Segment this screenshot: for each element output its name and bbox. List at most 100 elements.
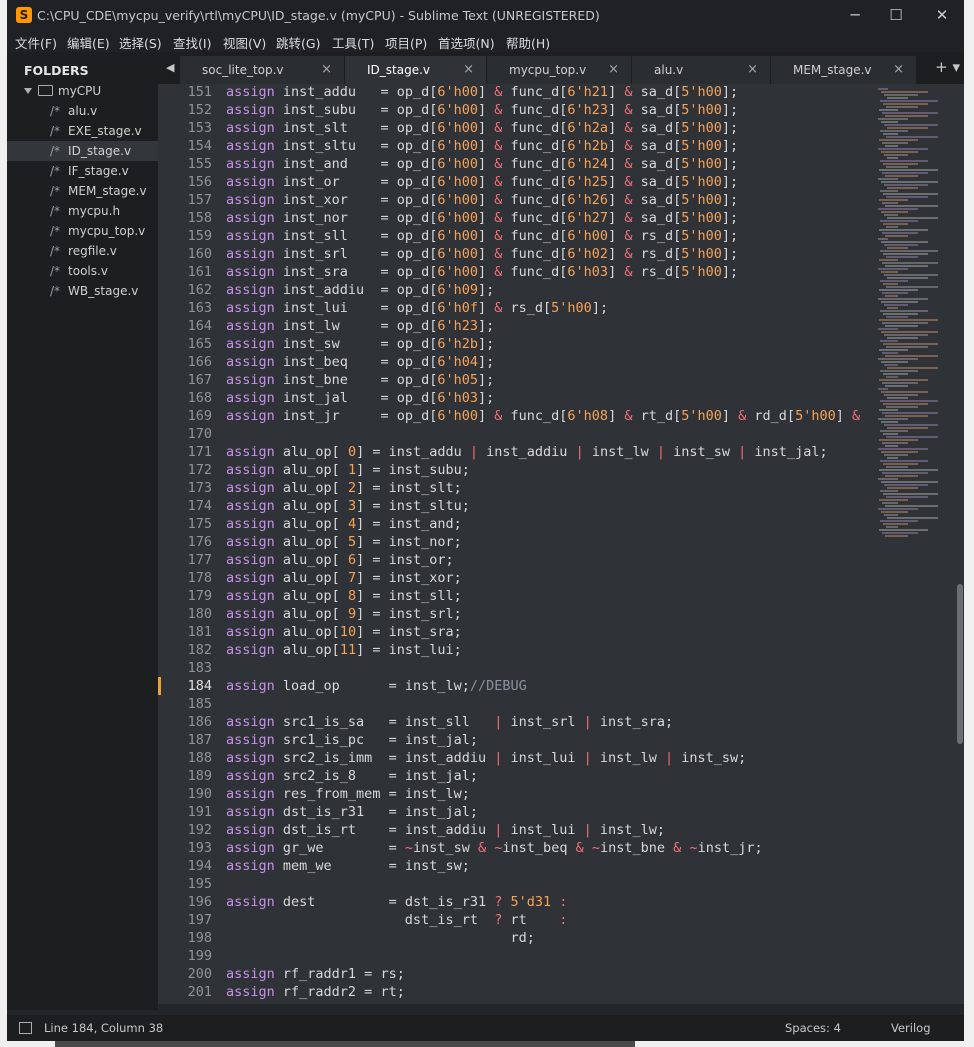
sidebar-file-item[interactable]: /* WB_stage.v <box>7 281 158 301</box>
code-line[interactable]: assign alu_op[ 5] = inst_nor; <box>226 533 462 551</box>
minimap-line <box>878 388 888 390</box>
code-editor[interactable]: 151 152 153 154 155 156 157 158 159 160 161 162 163 1… <box>158 84 964 1004</box>
code-line[interactable]: assign inst_jal = op_d[6'h03]; <box>226 389 494 407</box>
code-line[interactable]: assign rf_raddr1 = rs; <box>226 965 405 983</box>
tab-close-icon[interactable]: × <box>893 62 904 77</box>
code-line[interactable]: assign inst_subu = op_d[6'h00] & func_d[… <box>226 101 738 119</box>
menu-item[interactable]: 工具(T) <box>332 33 374 52</box>
maximize-button[interactable]: ☐ <box>876 4 916 26</box>
code-line[interactable]: assign alu_op[11] = inst_lui; <box>226 641 462 659</box>
code-line[interactable]: assign inst_jr = op_d[6'h00] & func_d[6'… <box>226 407 860 425</box>
code-line[interactable]: assign alu_op[ 1] = inst_subu; <box>226 461 470 479</box>
sidebar-file-item[interactable]: /* ID_stage.v <box>7 141 158 161</box>
code-line[interactable]: assign inst_addiu = op_d[6'h09]; <box>226 281 494 299</box>
close-button[interactable]: ✕ <box>922 4 962 26</box>
editor-tab[interactable]: mycpu_top.v × <box>487 56 632 84</box>
menu-item[interactable]: 项目(P) <box>385 33 427 52</box>
code-line[interactable]: assign dest = dst_is_r31 ? 5'd31 : <box>226 893 567 911</box>
code-line[interactable]: assign gr_we = ~inst_sw & ~inst_beq & ~i… <box>226 839 763 857</box>
code-line[interactable]: assign inst_xor = op_d[6'h00] & func_d[6… <box>226 191 738 209</box>
code-line[interactable]: assign inst_bne = op_d[6'h05]; <box>226 371 494 389</box>
code-line[interactable]: assign alu_op[10] = inst_sra; <box>226 623 462 641</box>
editor-tab[interactable]: ID_stage.v × <box>345 56 487 84</box>
tab-close-icon[interactable]: × <box>463 62 474 77</box>
file-label: MEM_stage.v <box>68 184 147 198</box>
cursor-position[interactable]: Line 184, Column 38 <box>44 1021 163 1035</box>
sidebar-file-item[interactable]: /* alu.v <box>7 101 158 121</box>
line-number: 201 <box>187 984 212 1000</box>
syntax-selector[interactable]: Verilog <box>891 1021 931 1035</box>
vertical-scroll-thumb[interactable] <box>957 584 963 744</box>
code-line[interactable]: assign inst_sltu = op_d[6'h00] & func_d[… <box>226 137 738 155</box>
code-line[interactable]: assign alu_op[ 9] = inst_srl; <box>226 605 462 623</box>
menu-item[interactable]: 首选项(N) <box>438 33 495 52</box>
editor-tab[interactable]: alu.v × <box>632 56 771 84</box>
code-line[interactable]: assign src1_is_pc = inst_jal; <box>226 731 478 749</box>
indentation-setting[interactable]: Spaces: 4 <box>785 1021 841 1035</box>
minimap-line <box>881 301 918 303</box>
menu-item[interactable]: 查找(I) <box>173 33 211 52</box>
code-line[interactable]: assign inst_slt = op_d[6'h00] & func_d[6… <box>226 119 738 137</box>
sidebar-file-item[interactable]: /* mycpu.h <box>7 201 158 221</box>
minimap-line <box>880 190 898 192</box>
minimize-button[interactable]: ─ <box>835 4 875 26</box>
code-line[interactable]: assign res_from_mem = inst_lw; <box>226 785 470 803</box>
code-line[interactable]: assign src1_is_sa = inst_sll | inst_srl … <box>226 713 673 731</box>
tab-close-icon[interactable]: × <box>608 62 619 77</box>
folder-mycpu[interactable]: myCPU <box>24 81 158 101</box>
minimap-line <box>887 457 898 459</box>
code-line[interactable]: assign inst_sra = op_d[6'h00] & func_d[6… <box>226 263 738 281</box>
code-line[interactable]: assign inst_lui = op_d[6'h0f] & rs_d[5'h… <box>226 299 608 317</box>
code-area[interactable]: assign inst_addu = op_d[6'h00] & func_d[… <box>226 84 866 1004</box>
code-line[interactable]: assign inst_beq = op_d[6'h04]; <box>226 353 494 371</box>
minimap-line <box>886 346 928 348</box>
editor-tab[interactable]: MEM_stage.v × <box>771 56 917 84</box>
code-line[interactable]: assign inst_and = op_d[6'h00] & func_d[6… <box>226 155 738 173</box>
code-line[interactable]: assign alu_op[ 8] = inst_sll; <box>226 587 462 605</box>
menu-item[interactable]: 选择(S) <box>119 33 162 52</box>
code-line[interactable]: assign alu_op[ 2] = inst_slt; <box>226 479 462 497</box>
code-line[interactable]: assign src2_is_imm = inst_addiu | inst_l… <box>226 749 746 767</box>
code-line[interactable]: assign inst_sll = op_d[6'h00] & func_d[6… <box>226 227 738 245</box>
code-line[interactable]: assign dst_is_r31 = inst_jal; <box>226 803 478 821</box>
minimap[interactable] <box>876 84 956 544</box>
code-line[interactable]: assign inst_srl = op_d[6'h00] & func_d[6… <box>226 245 738 263</box>
sidebar-file-item[interactable]: /* regfile.v <box>7 241 158 261</box>
code-line[interactable]: assign mem_we = inst_sw; <box>226 857 470 875</box>
code-line[interactable]: assign inst_nor = op_d[6'h00] & func_d[6… <box>226 209 738 227</box>
menu-item[interactable]: 编辑(E) <box>67 33 110 52</box>
menu-item[interactable]: 文件(F) <box>15 33 57 52</box>
sidebar-file-item[interactable]: /* MEM_stage.v <box>7 181 158 201</box>
vertical-scrollbar[interactable] <box>956 84 964 1004</box>
editor-tab[interactable]: soc_lite_top.v × <box>180 56 345 84</box>
code-line[interactable]: assign inst_addu = op_d[6'h00] & func_d[… <box>226 84 738 101</box>
sidebar-file-item[interactable]: /* mycpu_top.v <box>7 221 158 241</box>
code-line[interactable]: assign inst_or = op_d[6'h00] & func_d[6'… <box>226 173 738 191</box>
code-line[interactable]: assign alu_op[ 3] = inst_sltu; <box>226 497 470 515</box>
code-line[interactable]: assign alu_op[ 6] = inst_or; <box>226 551 454 569</box>
code-line[interactable]: assign alu_op[ 4] = inst_and; <box>226 515 462 533</box>
code-line[interactable]: assign dst_is_rt = inst_addiu | inst_lui… <box>226 821 665 839</box>
code-line[interactable]: assign rf_raddr2 = rt; <box>226 983 405 1001</box>
menu-item[interactable]: 视图(V) <box>223 33 266 52</box>
code-line[interactable]: dst_is_rt ? rt : <box>226 911 568 929</box>
file-comment-icon: /* <box>50 124 61 138</box>
minimap-line <box>885 115 928 117</box>
sidebar-file-item[interactable]: /* IF_stage.v <box>7 161 158 181</box>
menu-item[interactable]: 帮助(H) <box>506 33 550 52</box>
code-line[interactable]: assign inst_sw = op_d[6'h2b]; <box>226 335 494 353</box>
panel-toggle-icon[interactable] <box>19 1022 32 1034</box>
tab-close-icon[interactable]: × <box>321 62 332 77</box>
menu-item[interactable]: 跳转(G) <box>276 33 320 52</box>
title-bar[interactable]: S C:\CPU_CDE\mycpu_verify\rtl\myCPU\ID_s… <box>7 0 964 30</box>
code-line[interactable]: assign load_op = inst_lw;//DEBUG <box>226 677 527 695</box>
code-line[interactable]: assign alu_op[ 7] = inst_xor; <box>226 569 462 587</box>
code-line[interactable]: assign src2_is_8 = inst_jal; <box>226 767 478 785</box>
code-line[interactable]: assign inst_lw = op_d[6'h23]; <box>226 317 494 335</box>
tab-close-icon[interactable]: × <box>747 62 758 77</box>
code-line[interactable]: rd; <box>226 929 534 947</box>
tab-tools-icon[interactable]: + ▾ <box>935 58 960 76</box>
sidebar-file-item[interactable]: /* EXE_stage.v <box>7 121 158 141</box>
code-line[interactable]: assign alu_op[ 0] = inst_addu | inst_add… <box>226 443 828 461</box>
sidebar-file-item[interactable]: /* tools.v <box>7 261 158 281</box>
